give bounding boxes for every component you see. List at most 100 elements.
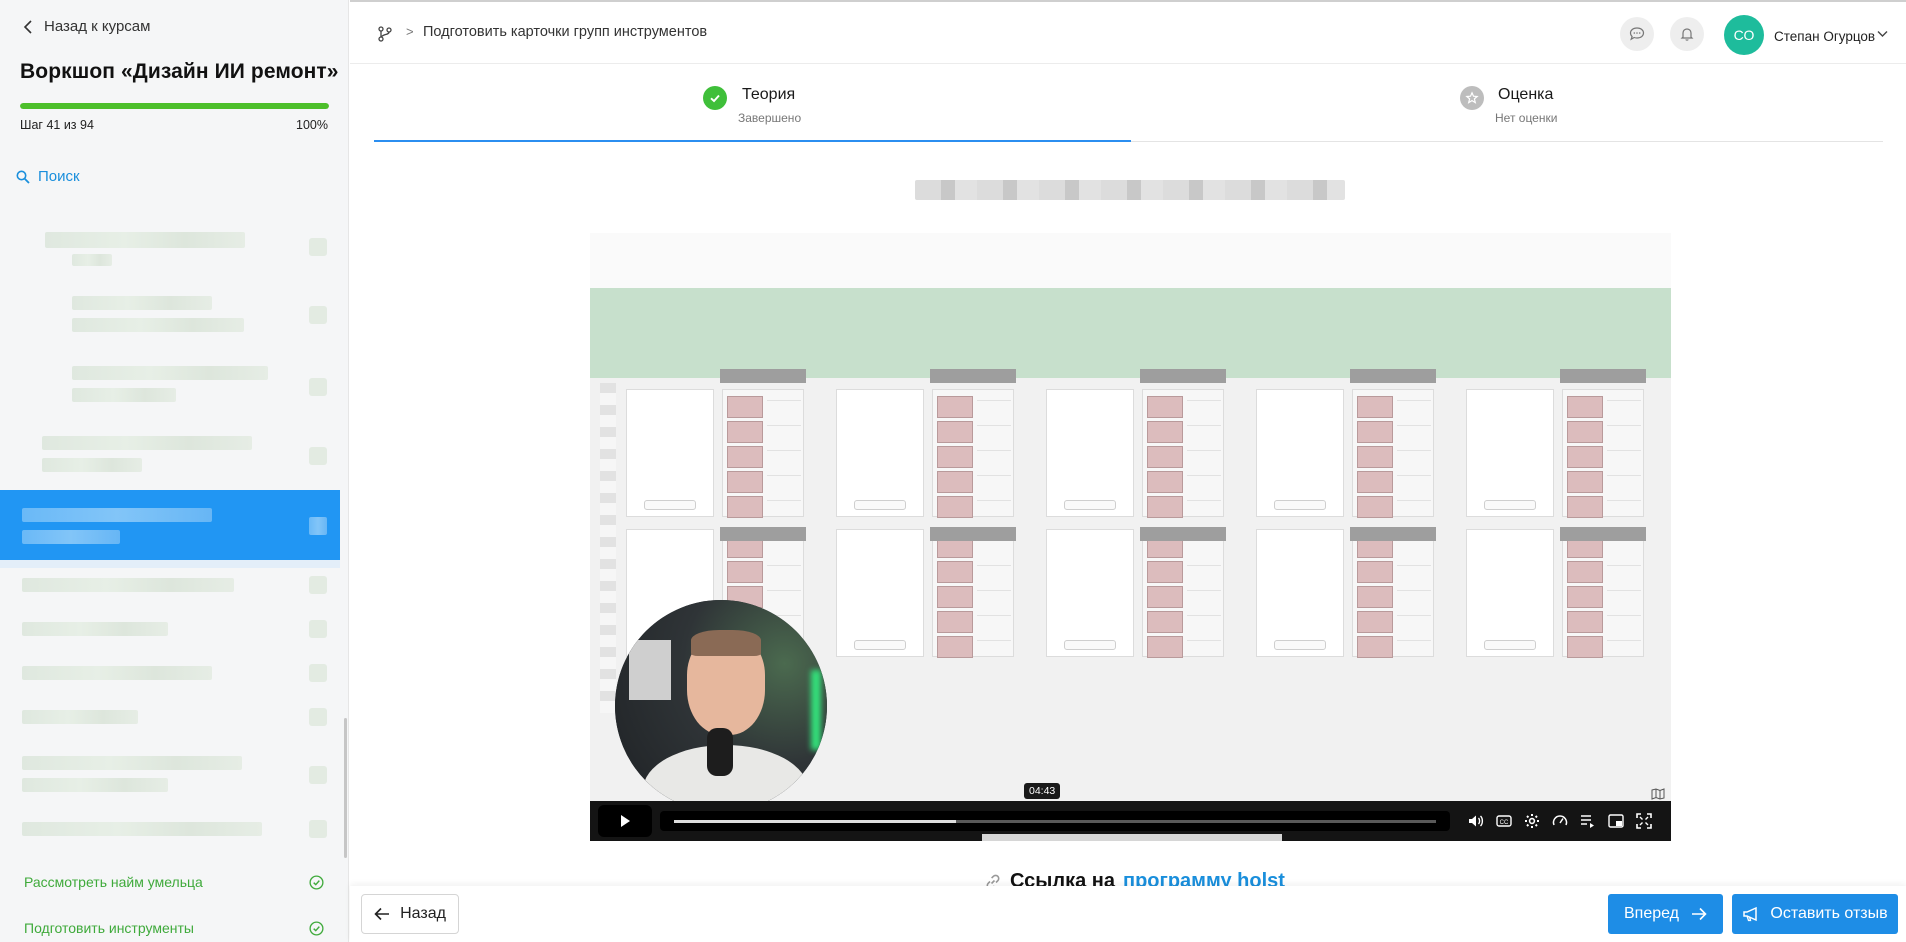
board-list-title-blurred	[720, 369, 806, 383]
play-button[interactable]	[598, 805, 652, 837]
board-card-button	[1274, 640, 1326, 650]
board-thumbnail	[1147, 471, 1183, 493]
volume-button[interactable]	[1466, 811, 1486, 831]
lesson-item-blurred[interactable]	[22, 622, 168, 636]
git-branch-icon	[378, 26, 392, 42]
lesson-item-blurred[interactable]	[22, 822, 262, 836]
lesson-status-icon	[309, 664, 327, 682]
board-list-title-blurred	[930, 369, 1016, 383]
board-thumbnail	[1147, 446, 1183, 468]
board-thumbnail	[1567, 636, 1603, 658]
lesson-item-blurred[interactable]	[45, 232, 245, 248]
lesson-item-blurred	[22, 778, 168, 792]
tab-theory-status: Завершено	[738, 111, 802, 125]
board-list-title-blurred	[1350, 369, 1436, 383]
search-link[interactable]: Поиск	[16, 168, 80, 185]
board-line	[767, 400, 801, 401]
board-thumbnail	[727, 396, 763, 418]
fullscreen-button[interactable]	[1634, 811, 1654, 831]
subtitles-button[interactable]: CC	[1494, 811, 1514, 831]
board-thumbnail	[1357, 611, 1393, 633]
playback-speed-button[interactable]	[1550, 811, 1570, 831]
webcam-light	[811, 670, 821, 750]
board-thumbnail	[1357, 421, 1393, 443]
board-card-button	[854, 500, 906, 510]
picture-in-picture-button[interactable]	[1606, 811, 1626, 831]
seek-bar[interactable]: 04:43	[660, 783, 1450, 831]
board-list	[1562, 529, 1644, 658]
volume-icon	[1469, 815, 1484, 827]
board-line	[767, 450, 801, 451]
board-line	[977, 640, 1011, 641]
tab-grade[interactable]: Оценка Нет оценки	[1131, 66, 1883, 142]
board-card-button	[1274, 500, 1326, 510]
board-card	[1256, 389, 1344, 517]
time-tooltip: 04:43	[1024, 783, 1061, 799]
user-avatar[interactable]: СО	[1724, 15, 1764, 55]
speedometer-icon	[1552, 815, 1568, 826]
next-button[interactable]: Вперед	[1608, 894, 1723, 934]
lesson-item-blurred[interactable]	[72, 366, 268, 380]
back-to-courses-link[interactable]: Назад к курсам	[22, 18, 150, 35]
board-thumbnail	[1567, 471, 1603, 493]
leave-review-button[interactable]: Оставить отзыв	[1732, 894, 1898, 934]
board-thumbnail	[937, 586, 973, 608]
lesson-item-blurred[interactable]	[72, 296, 212, 310]
seek-bar-rail	[674, 820, 1436, 823]
board-thumbnail	[727, 561, 763, 583]
lesson-item-blurred[interactable]	[22, 666, 212, 680]
board-line	[1607, 500, 1641, 501]
board-list	[932, 389, 1014, 518]
lesson-item-completed[interactable]: Подготовить инструменты	[24, 920, 324, 936]
board-line	[1187, 615, 1221, 616]
board-line	[1607, 400, 1641, 401]
lesson-item-blurred[interactable]	[22, 578, 234, 592]
chapters-button[interactable]	[1578, 811, 1598, 831]
progress-percent-text: 100%	[296, 118, 328, 132]
chat-button[interactable]	[1620, 17, 1654, 51]
lesson-item-blurred[interactable]	[22, 710, 138, 724]
back-to-courses-label: Назад к курсам	[44, 18, 151, 35]
board-line	[1607, 590, 1641, 591]
lesson-item-blurred	[72, 388, 176, 402]
back-button[interactable]: Назад	[361, 894, 459, 934]
sidebar-scrollbar[interactable]	[344, 718, 347, 858]
board-card	[836, 389, 924, 517]
board-thumbnail	[937, 396, 973, 418]
video-player[interactable]: 04:43 CC	[590, 233, 1671, 841]
lesson-status-icon	[309, 576, 327, 594]
progress-step-text: Шаг 41 из 94	[20, 118, 94, 132]
notifications-button[interactable]	[1670, 17, 1704, 51]
board-line	[1397, 475, 1431, 476]
board-list-title-blurred	[720, 527, 806, 541]
board-thumbnail	[1357, 561, 1393, 583]
board-line	[1187, 565, 1221, 566]
check-circle-icon	[309, 920, 324, 936]
lesson-item-completed[interactable]: Рассмотреть найм умельца	[24, 874, 324, 890]
lesson-item-active[interactable]	[0, 490, 340, 560]
webcam-poster	[629, 640, 671, 700]
board-line	[1187, 425, 1221, 426]
lesson-item-blurred[interactable]	[22, 756, 242, 770]
user-name[interactable]: Степан Огурцов	[1774, 29, 1875, 44]
chat-bubble-icon	[1629, 27, 1645, 41]
tab-theory[interactable]: Теория Завершено	[374, 66, 1131, 142]
board-line	[1607, 450, 1641, 451]
lesson-item-blurred[interactable]	[42, 436, 252, 450]
board-line	[977, 590, 1011, 591]
board-card-button	[854, 640, 906, 650]
board-list-title-blurred	[1140, 527, 1226, 541]
lesson-item-blurred	[42, 458, 142, 472]
board-thumbnail	[1567, 611, 1603, 633]
settings-button[interactable]	[1522, 811, 1542, 831]
board-thumbnail	[1147, 561, 1183, 583]
board-line	[1397, 590, 1431, 591]
board-thumbnail	[727, 496, 763, 518]
board-line	[1397, 565, 1431, 566]
course-title: Воркшоп «Дизайн ИИ ремонт»	[20, 60, 339, 83]
board-thumbnail	[937, 611, 973, 633]
board-line	[1187, 450, 1221, 451]
chevron-down-icon[interactable]	[1877, 30, 1888, 38]
board-thumbnail	[1147, 396, 1183, 418]
lesson-status-icon	[309, 620, 327, 638]
